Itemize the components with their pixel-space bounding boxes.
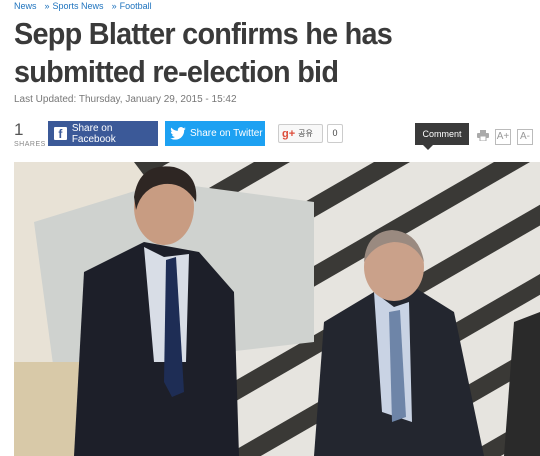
breadcrumb-football[interactable]: Football bbox=[120, 1, 152, 11]
google-plus-count: 0 bbox=[327, 124, 343, 143]
article-photo bbox=[14, 162, 540, 456]
share-google-plus-button[interactable]: g+ 공유 bbox=[278, 124, 323, 143]
article-title: Sepp Blatter confirms he has submitted r… bbox=[14, 16, 393, 89]
share-count-label: SHARES bbox=[14, 141, 46, 148]
facebook-icon: f bbox=[54, 127, 67, 141]
share-facebook-button[interactable]: f Share on Facebook bbox=[48, 121, 158, 146]
font-size-decrease-button[interactable]: A- bbox=[517, 129, 533, 145]
share-facebook-label: Share on Facebook bbox=[71, 122, 116, 145]
share-twitter-label: Share on Twitter bbox=[190, 128, 263, 139]
twitter-icon bbox=[170, 127, 186, 140]
breadcrumb-sports-news[interactable]: Sports News bbox=[53, 1, 104, 11]
last-updated: Last Updated: Thursday, January 29, 2015… bbox=[14, 94, 237, 105]
breadcrumb: News» Sports News» Football bbox=[14, 0, 152, 12]
comment-button[interactable]: Comment bbox=[415, 123, 469, 150]
breadcrumb-separator: » bbox=[44, 1, 50, 11]
google-plus-icon: g+ bbox=[282, 127, 296, 140]
share-google-plus-label: 공유 bbox=[298, 129, 313, 138]
font-size-increase-button[interactable]: A+ bbox=[495, 129, 511, 145]
share-twitter-button[interactable]: Share on Twitter bbox=[165, 121, 265, 146]
article-photo-graphic bbox=[14, 162, 540, 456]
share-count: 1 SHARES bbox=[14, 121, 48, 148]
breadcrumb-separator: » bbox=[111, 1, 117, 11]
print-icon[interactable] bbox=[477, 130, 489, 141]
share-count-number: 1 bbox=[14, 120, 24, 139]
breadcrumb-news[interactable]: News bbox=[14, 1, 37, 11]
